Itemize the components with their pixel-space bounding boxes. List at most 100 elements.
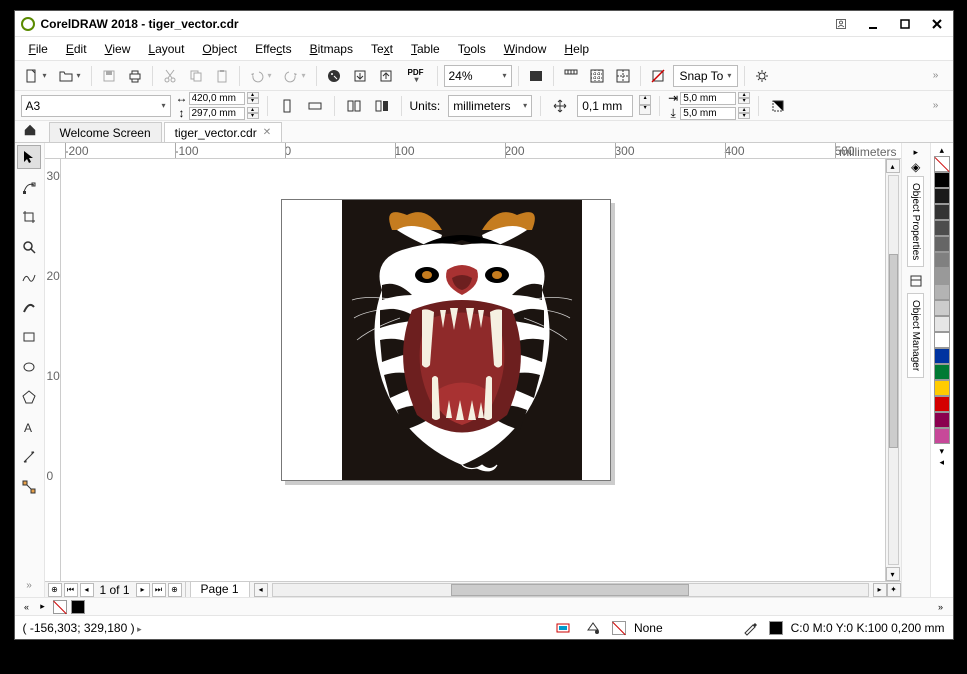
docker-menu-icon[interactable]: ◈ <box>911 160 920 174</box>
zoom-tool[interactable] <box>17 235 41 259</box>
new-button[interactable] <box>21 65 51 87</box>
pick-tool[interactable] <box>17 145 41 169</box>
rectangle-tool[interactable] <box>17 325 41 349</box>
outline-swatch[interactable] <box>71 600 85 614</box>
home-icon[interactable] <box>23 123 37 140</box>
fill-indicator-icon[interactable] <box>582 617 604 639</box>
maximize-button[interactable] <box>895 16 915 32</box>
nudge-spinner[interactable]: ▴▾ <box>639 95 651 117</box>
palette-flyout-button[interactable]: ◂ <box>939 457 944 468</box>
palette-swatch[interactable] <box>934 188 950 204</box>
search-content-button[interactable] <box>323 65 345 87</box>
save-button[interactable] <box>98 65 120 87</box>
palette-up-button[interactable]: ▴ <box>939 145 944 156</box>
menu-effects[interactable]: Effects <box>247 40 299 58</box>
minimize-button[interactable] <box>863 16 883 32</box>
swatch-right-button[interactable]: » <box>935 602 947 612</box>
fill-swatch[interactable] <box>53 600 67 614</box>
text-tool[interactable]: A <box>17 415 41 439</box>
scroll-v-thumb[interactable] <box>889 254 898 448</box>
open-button[interactable] <box>55 65 85 87</box>
docker-icon[interactable] <box>906 271 926 291</box>
docker-expand-icon[interactable]: ▸ <box>913 147 918 158</box>
outline-color-swatch[interactable] <box>769 621 783 635</box>
palette-swatch[interactable] <box>934 348 950 364</box>
palette-swatch[interactable] <box>934 204 950 220</box>
palette-swatch[interactable] <box>934 428 950 444</box>
page-size-select[interactable]: A3 <box>21 95 171 117</box>
menu-object[interactable]: Object <box>194 40 245 58</box>
last-page-button[interactable]: ⏭ <box>152 583 166 597</box>
publish-pdf-button[interactable]: PDF <box>401 65 431 87</box>
docker-object-properties[interactable]: Object Properties <box>907 176 924 267</box>
scroll-up-button[interactable]: ▴ <box>886 159 900 173</box>
parallel-dimension-tool[interactable] <box>17 445 41 469</box>
page-width-input[interactable] <box>189 92 245 105</box>
export-button[interactable] <box>375 65 397 87</box>
menu-file[interactable]: File <box>21 40 56 58</box>
palette-down-button[interactable]: ▾ <box>939 446 944 457</box>
docker-object-manager[interactable]: Object Manager <box>907 293 924 378</box>
palette-swatch[interactable] <box>934 156 950 172</box>
duplicate-y-input[interactable] <box>680 107 736 120</box>
redo-button[interactable] <box>280 65 310 87</box>
menu-window[interactable]: Window <box>496 40 555 58</box>
treat-as-filled-button[interactable] <box>767 95 789 117</box>
palette-swatch[interactable] <box>934 412 950 428</box>
menu-layout[interactable]: Layout <box>140 40 192 58</box>
nudge-distance-input[interactable]: 0,1 mm <box>577 95 633 117</box>
ruler-vertical[interactable]: 3002001000 <box>45 159 61 581</box>
palette-swatch[interactable] <box>934 220 950 236</box>
snap-off-button[interactable] <box>647 65 669 87</box>
scroll-h-thumb[interactable] <box>451 584 689 596</box>
menu-text[interactable]: Text <box>363 40 401 58</box>
account-icon[interactable] <box>831 16 851 32</box>
add-page-after-button[interactable]: ⊕ <box>168 583 182 597</box>
page-height-input[interactable] <box>189 107 245 120</box>
menu-view[interactable]: View <box>97 40 139 58</box>
dup-y-spinner[interactable]: ▴▾ <box>738 107 750 119</box>
units-select[interactable]: millimeters <box>448 95 532 117</box>
print-button[interactable] <box>124 65 146 87</box>
toolbar-overflow-button[interactable]: » <box>925 65 947 87</box>
show-guidelines-button[interactable] <box>612 65 634 87</box>
polygon-tool[interactable] <box>17 385 41 409</box>
menu-tools[interactable]: Tools <box>450 40 494 58</box>
tab-close-icon[interactable]: ✕ <box>263 127 271 138</box>
portrait-button[interactable] <box>276 95 298 117</box>
menu-table[interactable]: Table <box>403 40 448 58</box>
scrollbar-horizontal[interactable] <box>272 583 869 597</box>
height-spinner[interactable]: ▴▾ <box>247 107 259 119</box>
paste-button[interactable] <box>211 65 233 87</box>
page-tab[interactable]: Page 1 <box>190 582 250 598</box>
palette-swatch[interactable] <box>934 236 950 252</box>
tiger-artwork[interactable] <box>342 200 582 480</box>
options-button[interactable] <box>751 65 773 87</box>
current-page-button[interactable] <box>371 95 393 117</box>
palette-swatch[interactable] <box>934 396 950 412</box>
palette-swatch[interactable] <box>934 300 950 316</box>
snap-to-button[interactable]: Snap To <box>673 65 739 87</box>
palette-swatch[interactable] <box>934 172 950 188</box>
first-page-button[interactable]: ⏮ <box>64 583 78 597</box>
zoom-level-select[interactable]: 24% <box>444 65 512 87</box>
all-pages-button[interactable] <box>343 95 365 117</box>
propbar-overflow-button[interactable]: » <box>925 95 947 117</box>
outline-pen-icon[interactable] <box>739 617 761 639</box>
close-button[interactable] <box>927 16 947 32</box>
menu-edit[interactable]: Edit <box>58 40 95 58</box>
show-grid-button[interactable] <box>586 65 608 87</box>
landscape-button[interactable] <box>304 95 326 117</box>
color-proof-icon[interactable] <box>552 617 574 639</box>
connector-tool[interactable] <box>17 475 41 499</box>
toolbox-overflow-button[interactable]: » <box>17 573 41 597</box>
palette-swatch[interactable] <box>934 332 950 348</box>
fullscreen-preview-button[interactable] <box>525 65 547 87</box>
undo-button[interactable] <box>246 65 276 87</box>
import-button[interactable] <box>349 65 371 87</box>
artistic-media-tool[interactable] <box>17 295 41 319</box>
menu-bitmaps[interactable]: Bitmaps <box>302 40 361 58</box>
palette-swatch[interactable] <box>934 284 950 300</box>
dup-x-spinner[interactable]: ▴▾ <box>738 92 750 104</box>
palette-swatch[interactable] <box>934 380 950 396</box>
